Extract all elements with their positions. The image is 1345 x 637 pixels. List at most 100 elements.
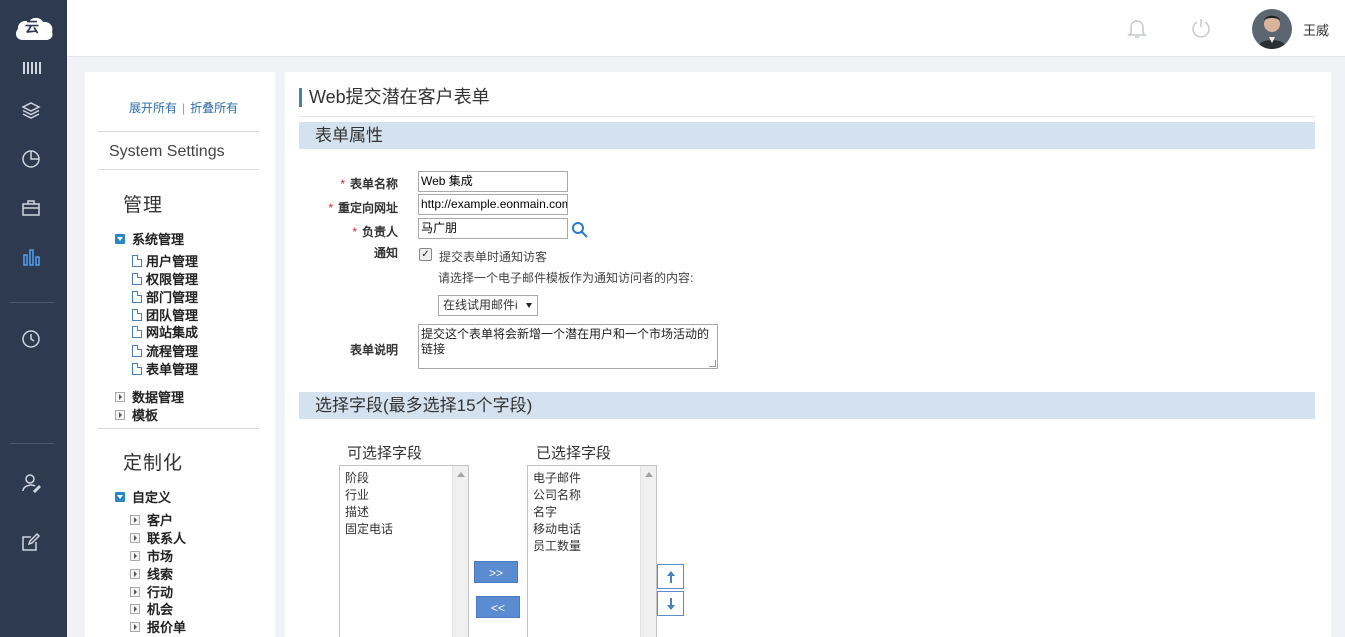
edit-icon[interactable]: [19, 530, 43, 554]
bar-chart-icon[interactable]: [19, 245, 43, 269]
move-down-button[interactable]: [657, 591, 684, 616]
search-icon[interactable]: [571, 221, 589, 239]
bell-icon[interactable]: [1125, 16, 1149, 40]
top-header: 王威: [67, 0, 1345, 57]
tree-node-lead[interactable]: 线索: [130, 564, 173, 583]
collapsed-toggle-icon[interactable]: [130, 586, 140, 597]
collapsed-toggle-icon[interactable]: [130, 568, 140, 579]
list-item[interactable]: 员工数量: [533, 538, 581, 555]
email-template-select[interactable]: 在线试用邮件i: [438, 295, 538, 316]
tree-divider: [98, 169, 259, 170]
expand-all-link[interactable]: 展开所有: [129, 101, 177, 115]
layers-icon[interactable]: [19, 98, 43, 122]
list-items: 电子邮件 公司名称 名字 移动电话 员工数量: [533, 470, 581, 555]
list-item[interactable]: 公司名称: [533, 487, 581, 504]
app-logo[interactable]: 云: [0, 0, 67, 57]
list-item[interactable]: 移动电话: [533, 521, 581, 538]
rail-divider: [10, 443, 54, 444]
document-icon: [132, 272, 142, 285]
pie-chart-icon[interactable]: [19, 147, 43, 171]
tree-node-market[interactable]: 市场: [130, 546, 173, 565]
tree-node-quote[interactable]: 报价单: [130, 617, 186, 636]
title-divider: [299, 116, 1315, 117]
form-name-input[interactable]: Web 集成: [418, 171, 568, 192]
selected-fields-list[interactable]: 电子邮件 公司名称 名字 移动电话 员工数量: [527, 465, 657, 637]
tree-leaf-label: 表单管理: [146, 362, 199, 377]
collapsed-toggle-icon[interactable]: [130, 621, 140, 632]
collapsed-toggle-icon[interactable]: [115, 409, 125, 420]
available-fields-list[interactable]: 阶段 行业 描述 固定电话: [339, 465, 469, 637]
username[interactable]: 王威: [1303, 20, 1329, 39]
list-item[interactable]: 固定电话: [345, 521, 393, 538]
scrollbar[interactable]: [640, 466, 656, 637]
tree-leaf-form-manage[interactable]: 表单管理: [132, 359, 198, 378]
list-item[interactable]: 电子邮件: [533, 470, 581, 487]
tree-leaf-department-manage[interactable]: 部门管理: [132, 287, 198, 306]
arrow-down-icon: [666, 597, 675, 610]
description-label: 表单说明: [349, 343, 398, 357]
power-icon[interactable]: [1189, 16, 1213, 40]
list-item[interactable]: 阶段: [345, 470, 393, 487]
document-icon: [132, 344, 142, 357]
notify-checkbox[interactable]: ✓: [419, 248, 432, 261]
collapsed-toggle-icon[interactable]: [130, 514, 140, 525]
rail-divider: [10, 302, 54, 303]
list-item[interactable]: 行业: [345, 487, 393, 504]
scrollbar[interactable]: [452, 466, 468, 637]
remove-field-button[interactable]: <<: [476, 596, 520, 618]
settings-tree-panel: 展开所有 | 折叠所有 System Settings 管理 系统管理 用户管理 权…: [85, 72, 275, 637]
collapsed-toggle-icon[interactable]: [130, 532, 140, 543]
tree-leaf-website-integration[interactable]: 网站集成: [132, 322, 198, 341]
tree-node-system-manage[interactable]: 系统管理: [115, 229, 184, 248]
owner-input[interactable]: 马广朋: [418, 218, 568, 239]
resize-grip-icon[interactable]: [709, 360, 716, 367]
list-items: 阶段 行业 描述 固定电话: [345, 470, 393, 538]
collapsed-toggle-icon[interactable]: [130, 603, 140, 614]
tree-node-custom[interactable]: 自定义: [115, 487, 171, 506]
list-item[interactable]: 描述: [345, 504, 393, 521]
required-mark: *: [352, 225, 357, 239]
collapsed-toggle-icon[interactable]: [115, 391, 125, 402]
tree-node-customer[interactable]: 客户: [130, 510, 173, 529]
move-up-button[interactable]: [657, 564, 684, 589]
barcode-icon[interactable]: [22, 61, 42, 75]
tree-node-label: 市场: [147, 549, 174, 564]
clock-icon[interactable]: [19, 327, 43, 351]
expanded-toggle-icon[interactable]: [115, 491, 125, 502]
tree-leaf-label: 权限管理: [146, 272, 199, 287]
document-icon: [132, 362, 142, 375]
briefcase-icon[interactable]: [19, 196, 43, 220]
selected-fields-title: 已选择字段: [536, 445, 612, 462]
tree-node-label: 自定义: [132, 490, 172, 505]
tree-node-templates[interactable]: 模板: [115, 405, 158, 424]
tree-node-data-manage[interactable]: 数据管理: [115, 387, 184, 406]
tree-leaf-user-manage[interactable]: 用户管理: [132, 251, 198, 270]
tree-leaf-permission-manage[interactable]: 权限管理: [132, 269, 198, 288]
collapsed-toggle-icon[interactable]: [130, 550, 140, 561]
user-edit-icon[interactable]: [19, 471, 43, 495]
document-icon: [132, 290, 142, 303]
collapse-all-link[interactable]: 折叠所有: [190, 101, 238, 115]
section-manage-heading: 管理: [123, 194, 164, 216]
redirect-url-input[interactable]: http://example.eonmain.com: [418, 194, 568, 215]
tree-divider: [98, 131, 259, 132]
required-mark: *: [328, 201, 333, 215]
description-textarea[interactable]: 提交这个表单将会新增一个潜在用户和一个市场活动的链接: [418, 324, 718, 369]
tree-node-contact[interactable]: 联系人: [130, 528, 186, 547]
avatar[interactable]: [1252, 9, 1292, 49]
add-field-button[interactable]: >>: [474, 561, 518, 583]
tree-node-label: 机会: [147, 602, 174, 617]
tree-node-label: 系统管理: [132, 232, 185, 247]
list-item[interactable]: 名字: [533, 504, 581, 521]
expanded-toggle-icon[interactable]: [115, 233, 125, 244]
tree-node-label: 线索: [147, 567, 174, 582]
system-settings-heading: System Settings: [109, 143, 225, 160]
tree-toggle-links: 展开所有 | 折叠所有: [129, 99, 238, 116]
select-value: 在线试用邮件i: [443, 298, 518, 312]
tree-node-opportunity[interactable]: 机会: [130, 599, 173, 618]
tree-node-label: 数据管理: [132, 390, 185, 405]
tree-leaf-label: 用户管理: [146, 254, 199, 269]
available-fields-title: 可选择字段: [347, 445, 423, 462]
tree-leaf-process-manage[interactable]: 流程管理: [132, 341, 198, 360]
tree-node-label: 报价单: [147, 620, 187, 635]
